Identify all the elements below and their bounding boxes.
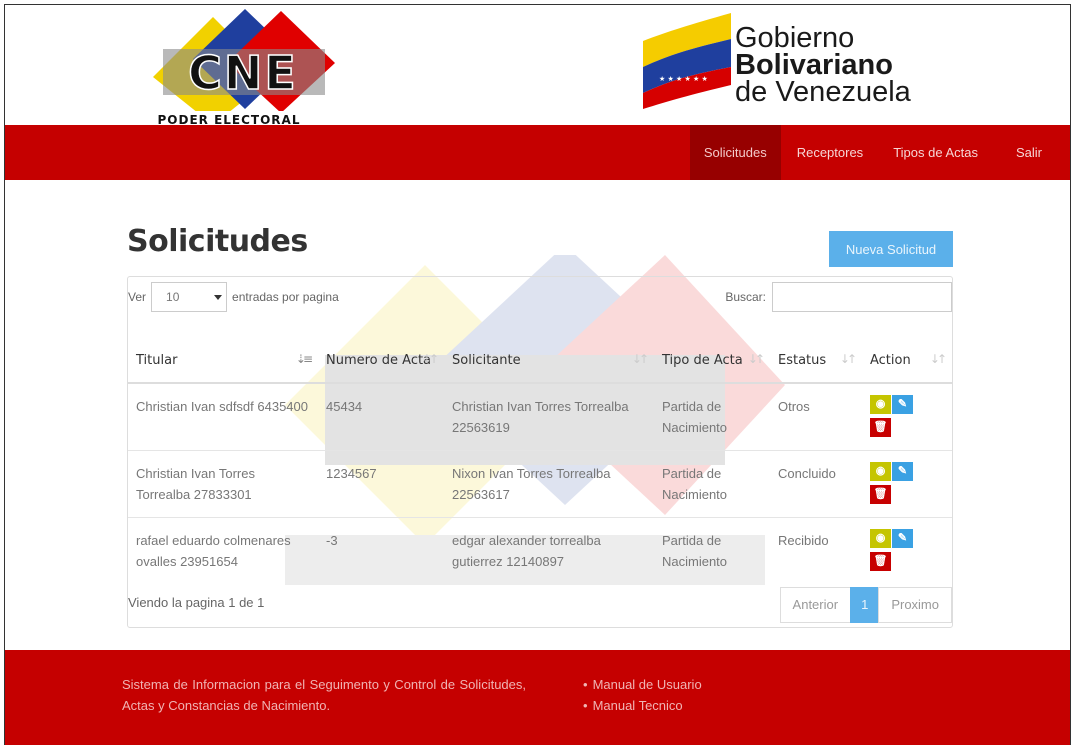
cell-titular: rafael eduardo colmenares ovalles 239516…	[128, 517, 318, 584]
pager-next[interactable]: Proximo	[878, 587, 952, 623]
cell-titular: Christian Ivan Torres Torrealba 27833301	[128, 450, 318, 518]
cell-tipo: Partida de Nacimiento	[654, 450, 770, 518]
cell-estatus: Concluido	[770, 450, 862, 518]
footer-description: Sistema de Informacion para el Seguiment…	[122, 677, 526, 713]
footer-link-manual-usuario[interactable]: Manual de Usuario	[583, 674, 702, 695]
delete-button[interactable]: 🗑	[870, 552, 891, 571]
cell-actions: ◉ ✎ 🗑	[862, 517, 952, 584]
cell-solicitante: Christian Ivan Torres Torrealba 22563619	[444, 382, 654, 451]
nav-item-salir[interactable]: Salir	[1002, 125, 1070, 180]
cell-titular: Christian Ivan sdfsdf 6435400	[128, 382, 318, 451]
svg-text:★ ★ ★ ★ ★ ★: ★ ★ ★ ★ ★ ★	[659, 75, 708, 83]
col-numero-acta[interactable]: Numero de Acta ↓↑	[318, 327, 444, 384]
col-action[interactable]: Action ↓↑	[862, 327, 952, 384]
page-size-control: Ver 10 entradas por pagina	[128, 282, 339, 312]
pager-current[interactable]: 1	[850, 587, 880, 623]
requests-table: Titular ⇣≡ Numero de Acta ↓↑ Solicitante ↓↑…	[128, 327, 952, 584]
cell-acta: -3	[318, 517, 444, 584]
cell-tipo: Partida de Nacimiento	[654, 382, 770, 451]
col-estatus[interactable]: Estatus ↓↑	[770, 327, 862, 384]
venezuela-flag-icon: ★ ★ ★ ★ ★ ★	[643, 13, 731, 109]
sort-icon: ↓↑	[421, 352, 439, 366]
delete-button[interactable]: 🗑	[870, 418, 891, 437]
pager-prev[interactable]: Anterior	[779, 587, 852, 623]
table-row: Christian Ivan Torres Torrealba 27833301…	[128, 450, 952, 518]
gobierno-line3: de Venezuela	[735, 76, 911, 108]
cell-acta: 1234567	[318, 450, 444, 518]
table-info: Viendo la pagina 1 de 1	[128, 595, 265, 610]
page-size-select[interactable]: 10	[151, 282, 228, 312]
site-header: CNE PODER ELECTORAL ★ ★ ★ ★ ★ ★ Gobierno…	[5, 5, 1070, 127]
cell-estatus: Otros	[770, 382, 862, 451]
view-button[interactable]: ◉	[870, 529, 891, 548]
gobierno-line1: Gobierno	[735, 22, 855, 54]
nav-item-receptores[interactable]: Receptores	[783, 125, 877, 180]
cell-actions: ◉ ✎ 🗑	[862, 382, 952, 451]
col-solicitante[interactable]: Solicitante ↓↑	[444, 327, 654, 384]
nav-menu: Solicitudes Receptores Tipos de Actas Sa…	[688, 125, 1070, 180]
site-footer: Sistema de Informacion para el Seguiment…	[5, 650, 1070, 745]
edit-button[interactable]: ✎	[892, 529, 913, 548]
cell-estatus: Recibido	[770, 517, 862, 584]
table-row: rafael eduardo colmenares ovalles 239516…	[128, 517, 952, 584]
cne-logo-graphic: CNE PODER ELECTORAL	[147, 9, 335, 127]
table-header-row: Titular ⇣≡ Numero de Acta ↓↑ Solicitante ↓↑…	[128, 327, 952, 384]
main-content: Solicitudes Nueva Solicitud Ver 10 entra…	[5, 180, 1070, 650]
delete-button[interactable]: 🗑	[870, 485, 891, 504]
gobierno-logo[interactable]: ★ ★ ★ ★ ★ ★ Gobierno Bolivariano de Vene…	[639, 9, 959, 109]
cell-acta: 45434	[318, 382, 444, 451]
pagination: Anterior 1 Proximo	[779, 587, 952, 623]
sort-icon: ↓↑	[631, 352, 649, 366]
view-button[interactable]: ◉	[870, 395, 891, 414]
col-label: Estatus	[778, 353, 827, 368]
svg-text:CNE: CNE	[188, 46, 298, 100]
col-tipo-acta[interactable]: Tipo de Acta ↓↑	[654, 327, 770, 384]
cne-logo[interactable]: CNE PODER ELECTORAL	[135, 9, 345, 127]
cell-actions: ◉ ✎ 🗑	[862, 450, 952, 518]
sort-icon: ↓↑	[747, 352, 765, 366]
sort-asc-icon: ⇣≡	[295, 352, 313, 366]
search-input[interactable]	[772, 282, 952, 312]
entries-label: entradas por pagina	[232, 290, 339, 304]
cell-tipo: Partida de Nacimiento	[654, 517, 770, 584]
gobierno-text: Gobierno Bolivariano de Venezuela	[735, 22, 911, 108]
col-titular[interactable]: Titular ⇣≡	[128, 327, 318, 384]
cell-solicitante: Nixon Ivan Torres Torrealba 22563617	[444, 450, 654, 518]
new-request-button[interactable]: Nueva Solicitud	[829, 231, 953, 267]
ver-label: Ver	[128, 290, 147, 304]
footer-link-manual-tecnico[interactable]: Manual Tecnico	[583, 695, 702, 716]
col-label: Solicitante	[452, 353, 521, 368]
gobierno-line2: Bolivariano	[735, 49, 893, 81]
edit-button[interactable]: ✎	[892, 462, 913, 481]
chevron-down-icon	[214, 295, 223, 300]
page-size-value: 10	[166, 290, 180, 304]
col-label: Tipo de Acta	[662, 353, 743, 368]
sort-icon: ↓↑	[839, 352, 857, 366]
edit-button[interactable]: ✎	[892, 395, 913, 414]
sort-icon: ↓↑	[929, 352, 947, 366]
col-label: Titular	[136, 353, 178, 368]
cell-solicitante: edgar alexander torrealba gutierrez 1214…	[444, 517, 654, 584]
search-label: Buscar:	[725, 290, 766, 304]
main-navbar: Solicitudes Receptores Tipos de Actas Sa…	[5, 125, 1070, 180]
footer-links: Manual de Usuario Manual Tecnico	[583, 674, 702, 716]
table-row: Christian Ivan sdfsdf 6435400 45434 Chri…	[128, 382, 952, 451]
search-control: Buscar:	[725, 282, 952, 312]
col-label: Numero de Acta	[326, 353, 432, 368]
view-button[interactable]: ◉	[870, 462, 891, 481]
col-label: Action	[870, 353, 911, 368]
nav-item-tipos-de-actas[interactable]: Tipos de Actas	[879, 125, 992, 180]
app-frame: CNE PODER ELECTORAL ★ ★ ★ ★ ★ ★ Gobierno…	[4, 4, 1071, 745]
requests-table-panel: Ver 10 entradas por pagina Buscar: Titul…	[127, 276, 953, 628]
nav-item-solicitudes[interactable]: Solicitudes	[689, 125, 781, 180]
page-title: Solicitudes	[127, 224, 308, 259]
